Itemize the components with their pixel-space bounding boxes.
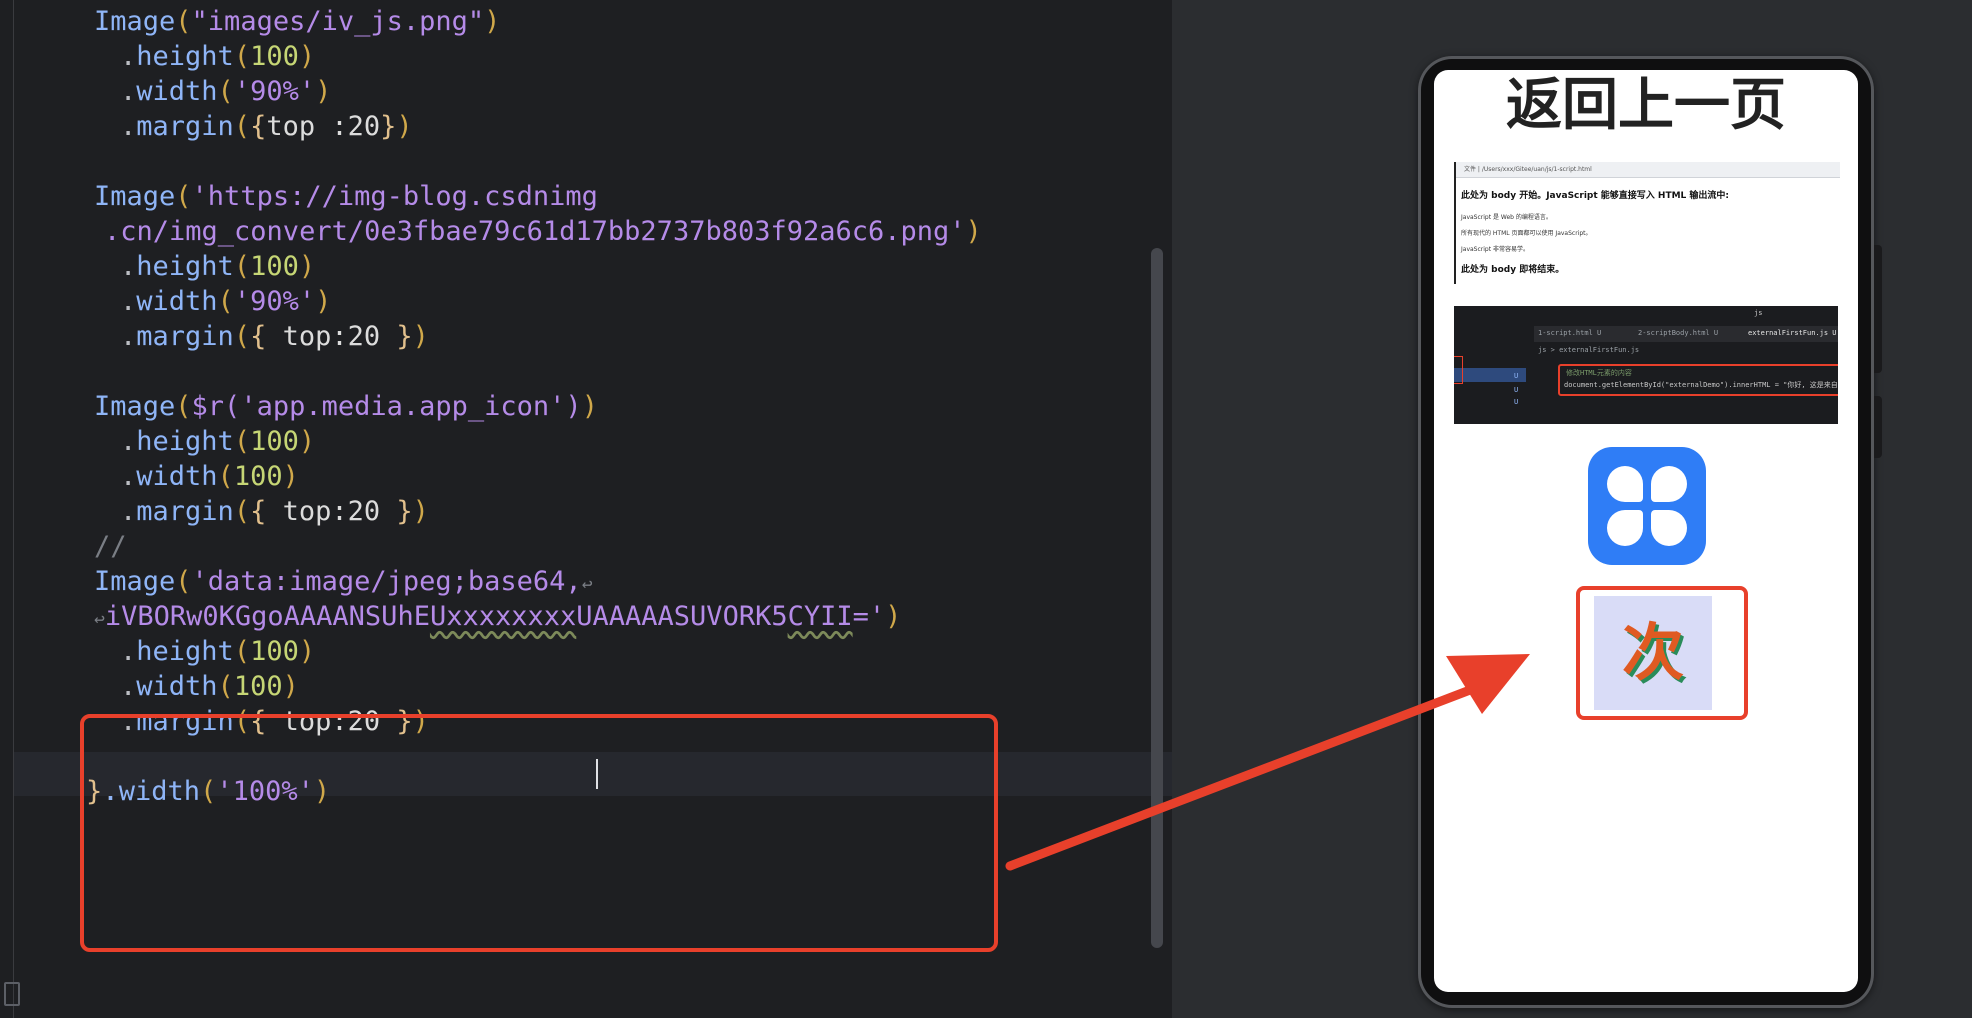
browser-text: JavaScript 非常容易学。: [1461, 246, 1529, 253]
object-literal: top:20: [266, 496, 397, 527]
soft-wrap-icon: ↩: [94, 609, 105, 630]
phone-side-button: [1874, 396, 1882, 458]
number-arg: 100: [250, 251, 299, 282]
browser-text: JavaScript 是 Web 的编程语言。: [1461, 214, 1552, 221]
method-name: width: [136, 461, 218, 492]
string-arg: $r('app.media.app_icon'): [191, 391, 582, 422]
browser-text: 所有现代的 HTML 页面都可以使用 JavaScript。: [1461, 230, 1592, 237]
method-name: height: [136, 426, 234, 457]
string-arg: '90%': [233, 286, 316, 317]
number-arg: 100: [233, 671, 283, 702]
method-name: height: [136, 636, 234, 667]
function-name: Image: [94, 391, 176, 422]
browser-heading: 此处为 body 即将结束。: [1461, 265, 1565, 275]
comment: //: [94, 531, 127, 562]
object-literal: top:20: [266, 321, 397, 352]
number-arg: 100: [250, 426, 299, 457]
method-name: margin: [136, 496, 234, 527]
image-preview-browser: 文件 | /Users/xxx/Gitee/uan/js/1-script.ht…: [1454, 162, 1840, 284]
phone-side-button: [1874, 245, 1882, 373]
method-name: width: [136, 286, 218, 317]
browser-address-bar: 文件 | /Users/xxx/Gitee/uan/js/1-script.ht…: [1456, 162, 1840, 178]
number-arg: 100: [250, 636, 299, 667]
method-name: margin: [136, 111, 234, 142]
base64-text-warning: Uxxxxxxxx: [429, 601, 577, 632]
ide-search: js: [1754, 309, 1763, 317]
highlight-box: [80, 714, 998, 952]
back-title[interactable]: 返回上一页: [1434, 70, 1858, 142]
string-arg: 'data:image/jpeg;base64,: [191, 566, 582, 597]
ide-comment: 修改HTML元素的内容: [1566, 369, 1632, 377]
function-name: Image: [94, 6, 176, 37]
app-icon-image: [1588, 447, 1706, 565]
base64-text: =': [852, 601, 886, 632]
string-arg: '90%': [233, 76, 316, 107]
function-name: Image: [94, 566, 176, 597]
base64-text: UAAAAASUVORK5: [576, 601, 788, 632]
code-line[interactable]: .margin({top :20}): [0, 105, 413, 149]
ide-tab: 1-script.html U: [1538, 329, 1602, 337]
method-name: width: [136, 671, 218, 702]
fold-gutter-icon[interactable]: [4, 982, 20, 1006]
number-arg: 100: [233, 461, 283, 492]
base64-image: 次: [1594, 596, 1712, 710]
browser-heading: 此处为 body 开始。JavaScript 能够直接写入 HTML 输出流中:: [1461, 191, 1730, 201]
number-arg: 100: [250, 41, 299, 72]
ide-breadcrumb: js > externalFirstFun.js: [1538, 346, 1640, 354]
code-editor[interactable]: Image("images/iv_js.png") .height(100) .…: [0, 0, 1172, 1018]
ide-u-mark: U: [1514, 398, 1519, 406]
ide-tab: 2-scriptBody.html U: [1638, 329, 1719, 337]
image-preview-ide: js 1-script.html U 2-scriptBody.html U e…: [1454, 306, 1838, 424]
method-name: height: [136, 41, 234, 72]
base64-text-warning: CYII: [787, 601, 853, 632]
soft-wrap-icon: ↩: [581, 574, 593, 595]
method-name: width: [136, 76, 218, 107]
method-name: height: [136, 251, 234, 282]
method-name: margin: [136, 321, 234, 352]
string-arg: 'https://img-blog.csdnimg: [191, 181, 598, 212]
function-name: Image: [94, 181, 176, 212]
phone-screen: 返回上一页 文件 | /Users/xxx/Gitee/uan/js/1-scr…: [1434, 70, 1858, 992]
code-line[interactable]: .margin({ top:20 }): [0, 315, 429, 359]
ide-tabs: 1-script.html U 2-scriptBody.html U exte…: [1534, 326, 1838, 342]
editor-scrollbar[interactable]: [1151, 248, 1163, 948]
base64-image-highlight: 次: [1576, 586, 1748, 720]
object-literal: top :20: [266, 111, 381, 142]
string-arg: "images/iv_js.png": [191, 6, 485, 37]
string-continuation: .cn/img_convert/0e3fbae79c61d17bb2737b80…: [104, 216, 966, 247]
ide-code: document.getElementById("externalDemo").…: [1564, 381, 1838, 389]
ide-u-mark: U: [1514, 386, 1519, 394]
ide-highlight: [1454, 356, 1463, 384]
ide-u-mark: U: [1514, 372, 1519, 380]
base64-text: iVBORw0KGgoAAAANSUhE: [104, 601, 430, 632]
ide-tab: externalFirstFun.js U: [1748, 329, 1837, 337]
